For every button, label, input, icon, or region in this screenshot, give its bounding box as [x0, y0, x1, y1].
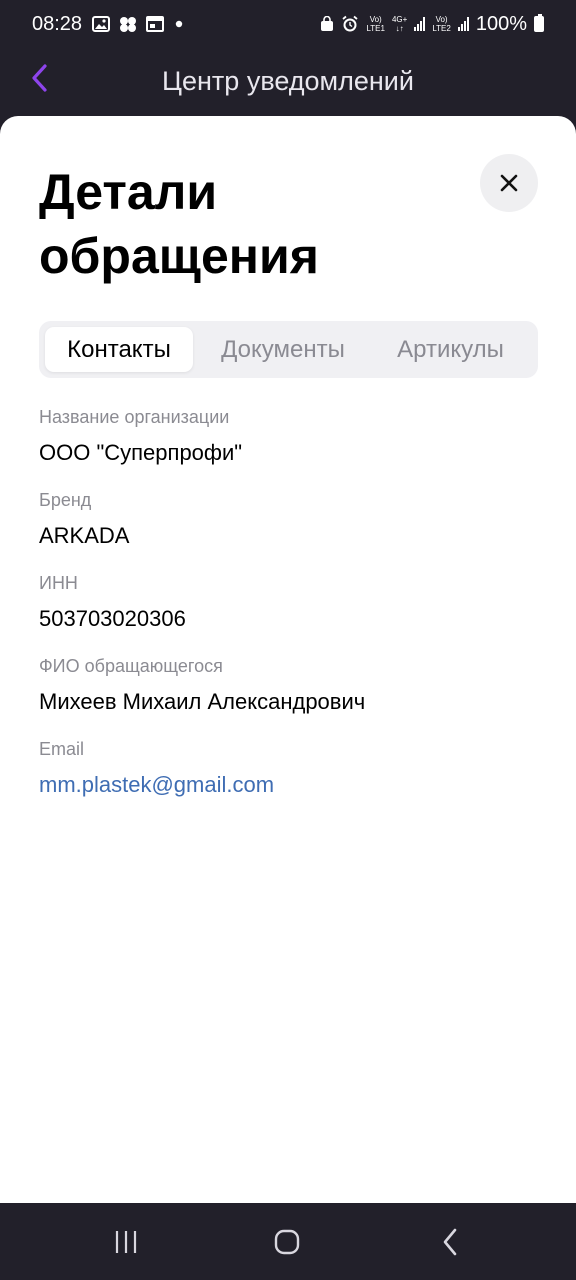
home-button[interactable] — [257, 1212, 317, 1272]
field-label: ФИО обращающегося — [39, 656, 223, 676]
system-icons: Vo) LTE1 4G+ ↓↑ Vo) LTE2 100% — [320, 13, 544, 36]
sim2-label: Vo) LTE2 — [432, 15, 451, 33]
bubbles-icon — [120, 17, 137, 32]
field-value: ООО "Суперпрофи" — [39, 440, 243, 465]
field-organization: Название организации ООО "Суперпрофи" — [39, 406, 539, 489]
field-label: ИНН — [39, 573, 78, 593]
tab-articles[interactable]: Артикулы — [373, 327, 528, 372]
battery-percent: 100% — [475, 12, 527, 35]
status-time: 08:28 — [32, 12, 83, 35]
field-brand: Бренд ARKADA — [39, 489, 539, 572]
field-value: Михеев Михаил Александрович — [39, 689, 366, 714]
details-sheet: Детали обращения Контакты Документы Арти… — [0, 116, 576, 1203]
sync-lock-icon — [321, 16, 334, 31]
signal-icon-2 — [457, 17, 469, 31]
signal-icon — [414, 17, 426, 31]
notification-icons — [92, 15, 186, 33]
app-header: Центр уведомлений — [0, 48, 576, 114]
battery-icon — [534, 14, 544, 32]
close-button[interactable] — [480, 154, 538, 212]
gallery-icon — [92, 16, 111, 32]
back-arrow-icon — [443, 1228, 457, 1256]
sim1-label: Vo) LTE1 — [366, 15, 385, 33]
header-title: Центр уведомлений — [162, 65, 414, 96]
back-button[interactable] — [24, 62, 56, 94]
status-bar: 08:28 Vo) LTE1 4G+ ↓↑ Vo) LTE2 100% — [0, 0, 576, 48]
close-icon — [500, 174, 518, 192]
dot-icon — [175, 20, 183, 28]
chevron-left-icon — [32, 64, 47, 92]
system-nav-bar — [0, 1203, 576, 1280]
network-type: 4G+ ↓↑ — [391, 15, 408, 33]
field-label: Название организации — [39, 407, 230, 427]
field-email: Email mm.plastek@gmail.com — [39, 738, 539, 821]
system-back-button[interactable] — [420, 1212, 480, 1272]
field-label: Бренд — [39, 490, 92, 510]
tabs: Контакты Документы Артикулы — [39, 321, 538, 378]
tab-contacts[interactable]: Контакты — [45, 327, 193, 372]
recent-apps-icon — [115, 1231, 137, 1253]
recent-apps-button[interactable] — [96, 1212, 156, 1272]
field-value: ARKADA — [39, 523, 130, 548]
field-inn: ИНН 503703020306 — [39, 572, 539, 655]
email-link[interactable]: mm.plastek@gmail.com — [39, 772, 539, 798]
tab-documents[interactable]: Документы — [193, 327, 373, 372]
home-icon — [274, 1229, 300, 1255]
field-label: Email — [39, 739, 85, 759]
alarm-icon — [342, 15, 359, 32]
calendar-icon — [146, 16, 165, 32]
sheet-title: Детали обращения — [39, 164, 319, 284]
field-full-name: ФИО обращающегося Михеев Михаил Александ… — [39, 655, 539, 738]
field-value: 503703020306 — [39, 606, 186, 631]
contact-fields: Название организации ООО "Суперпрофи" Бр… — [39, 406, 539, 821]
